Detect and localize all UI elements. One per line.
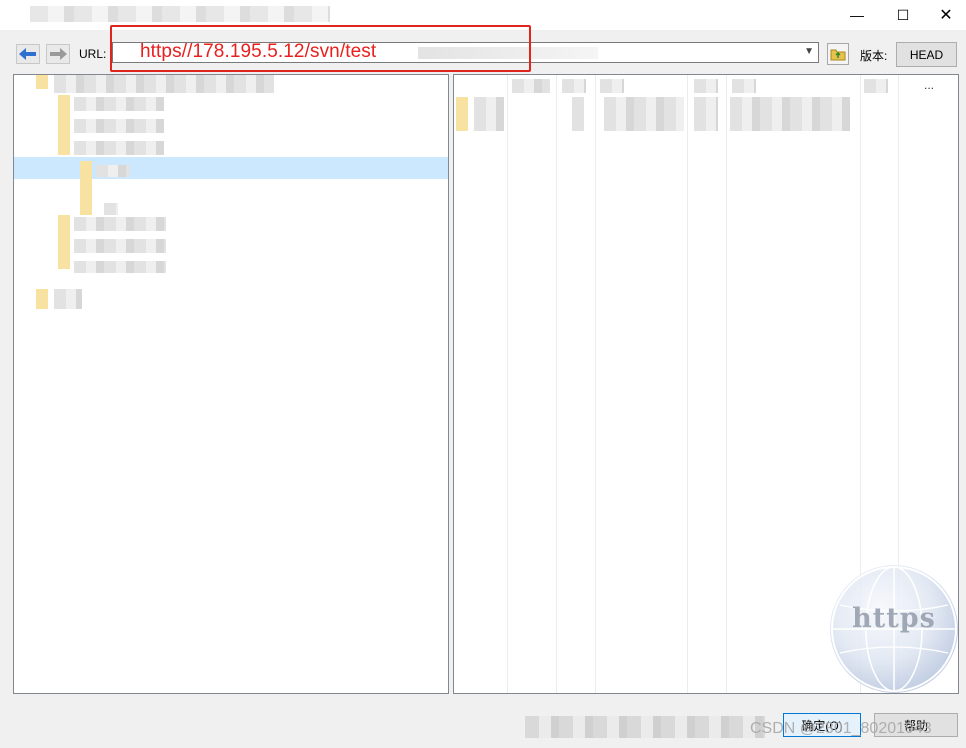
tree-item-redacted[interactable] <box>74 261 166 273</box>
list-row-redacted[interactable] <box>730 97 850 131</box>
folder-icon <box>58 95 70 155</box>
folder-icon <box>36 289 48 309</box>
revision-head-button[interactable]: HEAD <box>896 42 957 67</box>
folder-up-icon <box>830 49 846 61</box>
footer-redacted <box>525 716 765 738</box>
tree-item-redacted[interactable] <box>74 119 164 133</box>
column-overflow-marker: ... <box>924 78 935 92</box>
tree-item-redacted[interactable] <box>54 75 274 93</box>
column-header-redacted[interactable] <box>732 79 756 93</box>
tree-item-redacted[interactable] <box>74 239 166 253</box>
chevron-down-icon[interactable]: ▼ <box>804 46 814 57</box>
tree-item-redacted[interactable] <box>104 203 118 215</box>
folder-icon <box>36 75 48 89</box>
revision-label: 版本: <box>860 49 888 63</box>
list-row-redacted[interactable] <box>572 97 584 131</box>
tree-item-redacted[interactable] <box>74 141 164 155</box>
folder-icon <box>80 161 92 215</box>
browse-url-button[interactable] <box>827 43 849 65</box>
badge-text: https <box>852 603 936 634</box>
list-row-redacted[interactable] <box>474 97 504 131</box>
tree-item-redacted[interactable] <box>96 165 130 177</box>
watermark-text: CSDN @2301_80201943 <box>750 720 932 737</box>
url-annotation-box <box>110 25 531 72</box>
column-divider <box>726 75 727 693</box>
tree-item-redacted[interactable] <box>74 217 166 231</box>
folder-icon <box>456 97 468 131</box>
forward-arrow-icon <box>50 48 67 60</box>
close-button[interactable]: ✕ <box>926 0 966 30</box>
list-row-redacted[interactable] <box>694 97 718 131</box>
column-header-redacted[interactable] <box>694 79 718 93</box>
column-divider <box>507 75 508 693</box>
column-header-redacted[interactable] <box>600 79 624 93</box>
list-row-redacted[interactable] <box>604 97 684 131</box>
tree-item-redacted[interactable] <box>74 97 164 111</box>
folder-icon <box>58 215 70 269</box>
back-button[interactable] <box>16 44 40 64</box>
column-divider <box>595 75 596 693</box>
column-header-redacted[interactable] <box>562 79 586 93</box>
column-divider <box>556 75 557 693</box>
repository-tree[interactable] <box>13 74 449 694</box>
url-label: URL: <box>79 47 107 61</box>
maximize-button[interactable]: ☐ <box>880 0 926 30</box>
column-header-redacted[interactable] <box>512 79 550 93</box>
https-globe-icon: https <box>830 565 958 693</box>
minimize-button[interactable]: — <box>834 0 880 30</box>
back-arrow-icon <box>19 48 36 60</box>
column-header-redacted[interactable] <box>864 79 888 93</box>
column-divider <box>687 75 688 693</box>
tree-item-redacted[interactable] <box>54 289 82 309</box>
window-title-redacted <box>30 6 330 22</box>
forward-button[interactable] <box>46 44 70 64</box>
